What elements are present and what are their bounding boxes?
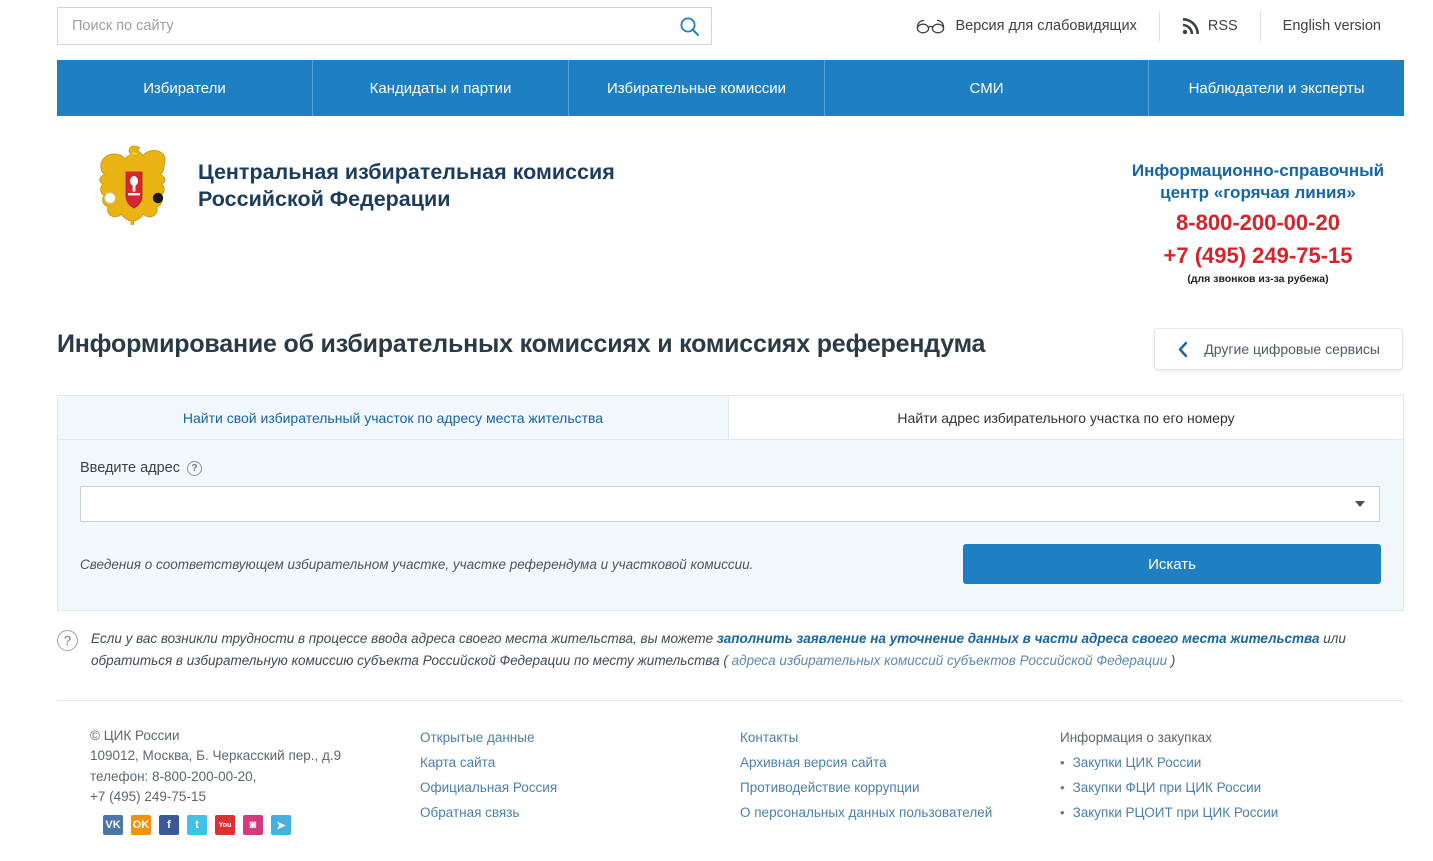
nav-item-election-commissions[interactable]: Избирательные комиссии [569, 60, 825, 116]
nav-item-media[interactable]: СМИ [825, 60, 1150, 116]
search-panel: Найти свой избирательный участок по адре… [57, 395, 1404, 611]
vk-icon[interactable]: VK [103, 815, 123, 835]
footer-address: 109012, Москва, Б. Черкасский пер., д.9 [90, 748, 342, 764]
panel-tabs: Найти свой избирательный участок по адре… [58, 396, 1403, 440]
footer-link-personal-data[interactable]: О персональных данных пользователей [740, 801, 1060, 826]
odnoklassniki-icon[interactable]: OK [131, 815, 151, 835]
footer-phone-2: +7 (495) 249-75-15 [90, 788, 206, 804]
footer-link-official-russia[interactable]: Официальная Россия [420, 776, 740, 801]
help-icon[interactable]: ? [187, 460, 202, 476]
main-navigation: Избиратели Кандидаты и партии Избиратель… [57, 60, 1404, 116]
nav-label: Избиратели [143, 79, 226, 97]
footer-copyright: © ЦИК России [90, 728, 180, 743]
english-version-label: English version [1282, 18, 1381, 34]
tab-label: Найти адрес избирательного участка по ег… [897, 409, 1235, 426]
footer-links-column-2: Контакты Архивная версия сайта Противоде… [740, 726, 1060, 826]
address-field-label: Введите адрес [80, 460, 180, 476]
hotline-title: Информационно-справочный центр «горячая … [1131, 161, 1385, 202]
footer-procurement-column: Информация о закупках Закупки ЦИК России… [1060, 726, 1400, 826]
nav-item-candidates-parties[interactable]: Кандидаты и партии [313, 60, 569, 116]
page-title: Информирование об избирательных комиссия… [57, 330, 986, 358]
footer-link-anticorruption[interactable]: Противодействие коррупции [740, 776, 1060, 801]
search-button[interactable] [667, 8, 711, 44]
note-part-1: Если у вас возникли трудности в процессе… [91, 631, 717, 646]
footer-link-archive[interactable]: Архивная версия сайта [740, 751, 1060, 776]
clarify-data-application-link[interactable]: заполнить заявление на уточнение данных … [717, 631, 1320, 646]
footer: © ЦИК России 109012, Москва, Б. Черкасск… [0, 726, 1433, 826]
footer-phone-1: телефон: 8-800-200-00-20, [90, 768, 257, 784]
russian-coat-of-arms-icon [99, 145, 166, 225]
nav-item-observers-experts[interactable]: Наблюдатели и эксперты [1149, 60, 1404, 116]
other-digital-services-label: Другие цифровые сервисы [1204, 341, 1380, 357]
submit-search-button[interactable]: Искать [963, 544, 1381, 584]
address-select[interactable] [80, 486, 1380, 522]
note-part-3: ) [1167, 653, 1176, 669]
list-item[interactable]: Закупки ФЦИ при ЦИК России [1060, 776, 1400, 801]
accessibility-version-label: Версия для слабовидящих [955, 18, 1137, 34]
nav-label: СМИ [969, 79, 1004, 97]
footer-link-procurement-cik[interactable]: Закупки ЦИК России [1073, 751, 1202, 776]
site-brand[interactable]: Центральная избирательная комиссия Росси… [88, 140, 615, 232]
nav-label: Наблюдатели и эксперты [1188, 79, 1365, 97]
tab-find-by-address[interactable]: Найти свой избирательный участок по адре… [58, 396, 728, 440]
help-note-text: Если у вас возникли трудности в процессе… [91, 628, 1404, 673]
regional-commissions-addresses-link[interactable]: адреса избирательных комиссий субъектов … [732, 653, 1168, 668]
tab-label: Найти свой избирательный участок по адре… [182, 409, 604, 426]
search-input[interactable] [58, 8, 667, 44]
list-item[interactable]: Закупки РЦОИТ при ЦИК России [1060, 801, 1400, 826]
chevron-down-icon [1355, 501, 1365, 507]
other-digital-services-button[interactable]: Другие цифровые сервисы [1154, 328, 1403, 370]
rss-icon [1182, 17, 1199, 34]
help-note: ? Если у вас возникли трудности в процес… [57, 628, 1404, 673]
footer-procurement-heading: Информация о закупках [1060, 730, 1212, 745]
footer-link-contacts[interactable]: Контакты [740, 726, 1060, 751]
footer-link-open-data[interactable]: Открытые данные [420, 726, 740, 751]
nav-label: Кандидаты и партии [369, 79, 512, 97]
twitter-icon[interactable]: t [187, 815, 207, 835]
footer-links-column-1: Открытые данные Карта сайта Официальная … [420, 726, 740, 826]
brand-title: Центральная избирательная комиссия Росси… [198, 160, 615, 211]
footer-link-sitemap[interactable]: Карта сайта [420, 751, 740, 776]
panel-body: Введите адрес ? Сведения о соответствующ… [58, 440, 1403, 584]
site-search [57, 7, 712, 45]
nav-label: Избирательные комиссии [606, 79, 787, 97]
top-bar: Версия для слабовидящих RSS English vers… [0, 0, 1433, 55]
rss-label: RSS [1207, 18, 1238, 34]
footer-contact-column: © ЦИК России 109012, Москва, Б. Черкасск… [90, 726, 420, 826]
youtube-icon[interactable]: You [215, 815, 235, 835]
hotline-phone-international[interactable]: +7 (495) 249-75-15 [1113, 242, 1403, 271]
chevron-left-icon [1179, 341, 1188, 357]
rss-link[interactable]: RSS [1160, 9, 1260, 43]
hotline-note: (для звонков из-за рубежа) [1187, 272, 1329, 285]
glasses-icon [917, 19, 945, 33]
top-right-links: Версия для слабовидящих RSS English vers… [894, 8, 1403, 44]
facebook-icon[interactable]: f [159, 815, 179, 835]
question-icon: ? [57, 630, 78, 651]
page-root: Версия для слабовидящих RSS English vers… [0, 0, 1433, 861]
address-field-label-row: Введите адрес ? [80, 460, 1381, 476]
instagram-icon[interactable]: ◙ [243, 815, 263, 835]
hotline-block: Информационно-справочный центр «горячая … [1113, 160, 1403, 285]
footer-divider [57, 700, 1404, 701]
accessibility-version-link[interactable]: Версия для слабовидящих [894, 9, 1158, 43]
footer-link-procurement-rcoit[interactable]: Закупки РЦОИТ при ЦИК России [1073, 801, 1279, 826]
hotline-phone-main[interactable]: 8-800-200-00-20 [1113, 209, 1403, 238]
hint-row: Сведения о соответствующем избирательном… [80, 544, 1381, 584]
footer-link-procurement-fci[interactable]: Закупки ФЦИ при ЦИК России [1073, 776, 1262, 801]
list-item[interactable]: Закупки ЦИК России [1060, 751, 1400, 776]
tab-find-by-number[interactable]: Найти адрес избирательного участка по ег… [728, 396, 1403, 440]
telegram-icon[interactable]: ➤ [271, 815, 291, 835]
social-links: VK OK f t You ◙ ➤ [103, 815, 291, 835]
english-version-link[interactable]: English version [1261, 9, 1403, 43]
search-icon [680, 17, 699, 36]
nav-item-voters[interactable]: Избиратели [57, 60, 313, 116]
form-hint: Сведения о соответствующем избирательном… [80, 556, 754, 572]
footer-link-feedback[interactable]: Обратная связь [420, 801, 740, 826]
